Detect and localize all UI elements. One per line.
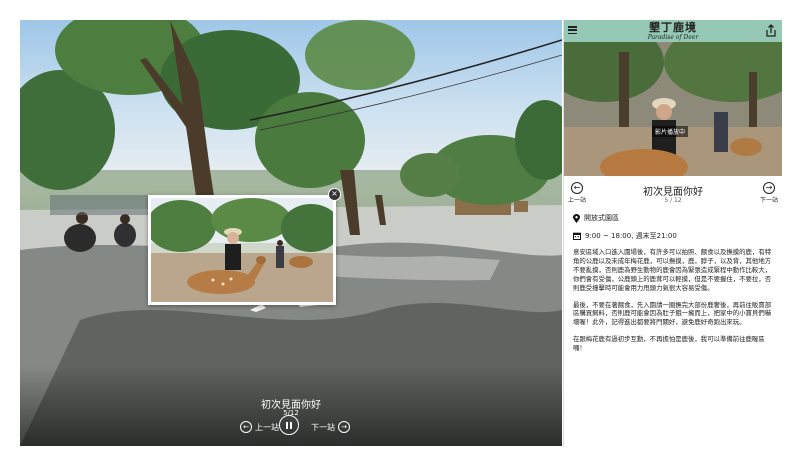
arrow-left-icon: ← xyxy=(240,421,252,433)
hours-row: 9:00 ~ 18:00, 週末至21:00 xyxy=(573,231,677,241)
video-playing-badge: 影片播放中 xyxy=(652,126,689,137)
prev-stop-button[interactable]: ← 上一站 xyxy=(240,421,279,433)
pause-icon xyxy=(286,421,288,429)
location-text: 開放式園區 xyxy=(584,214,619,222)
brand-name-zh: 墾丁鹿境 xyxy=(649,21,697,34)
arrow-right-icon: → xyxy=(338,421,350,433)
hotspot-thumbnail[interactable] xyxy=(148,195,336,305)
calendar-icon xyxy=(573,232,581,240)
map-pin-icon xyxy=(573,213,580,223)
stop-description: 意安區域入口進入園場後，有許多可以拍照、餵食以及撫摸的鹿，有特角的公鹿以及未成年… xyxy=(573,248,775,361)
brand-name-en: Paradise of Deer xyxy=(647,34,699,41)
card-title: 初次見面你好 xyxy=(643,187,703,198)
card-next-label: 下一站 xyxy=(759,197,778,204)
prev-stop-label: 上一站 xyxy=(255,422,279,432)
video-preview[interactable]: 影片播放中 xyxy=(564,42,782,176)
next-stop-button[interactable]: 下一站 → xyxy=(311,421,350,433)
deer-photo-thumbnail xyxy=(151,198,333,302)
card-count: 5 / 12 xyxy=(664,197,682,204)
arrow-right-icon: → xyxy=(762,182,775,194)
pause-button[interactable] xyxy=(279,415,299,435)
hours-text: 9:00 ~ 18:00, 週末至21:00 xyxy=(585,232,677,240)
close-hotspot-button[interactable]: × xyxy=(328,188,341,201)
panorama-viewer[interactable]: × 初次見面你好 5/12 ← 上一站 下一站 → xyxy=(20,20,562,446)
panel-header: 墾丁鹿境 Paradise of Deer xyxy=(564,20,782,42)
brand-logo: 墾丁鹿境 Paradise of Deer xyxy=(564,22,782,42)
card-next-button[interactable]: → 下一站 xyxy=(760,182,778,204)
description-paragraph: 最後，不要在著餵食，先入園請一圈撫完大部份鹿奢後，再前往販賣部區購買飼料，否則鹿… xyxy=(573,300,772,327)
next-stop-label: 下一站 xyxy=(311,422,335,432)
info-panel: 墾丁鹿境 Paradise of Deer 影片播放中 ← 上一站 初次見面你好… xyxy=(563,20,782,446)
video-frame xyxy=(564,42,782,176)
location-row: 開放式園區 xyxy=(573,213,619,223)
description-paragraph: 在跟梅花鹿有過初步互動，不再擔怕是鹿後，我可以準備前往鹿喔區囉！ xyxy=(573,335,765,353)
stop-detail-card: ← 上一站 初次見面你好 5 / 12 → 下一站 開放式園區 9:00 ~ 1… xyxy=(564,176,782,446)
share-icon[interactable] xyxy=(765,24,777,37)
description-paragraph: 意安區域入口進入園場後，有許多可以拍照、餵食以及撫摸的鹿，有特角的公鹿以及未成年… xyxy=(573,248,772,292)
